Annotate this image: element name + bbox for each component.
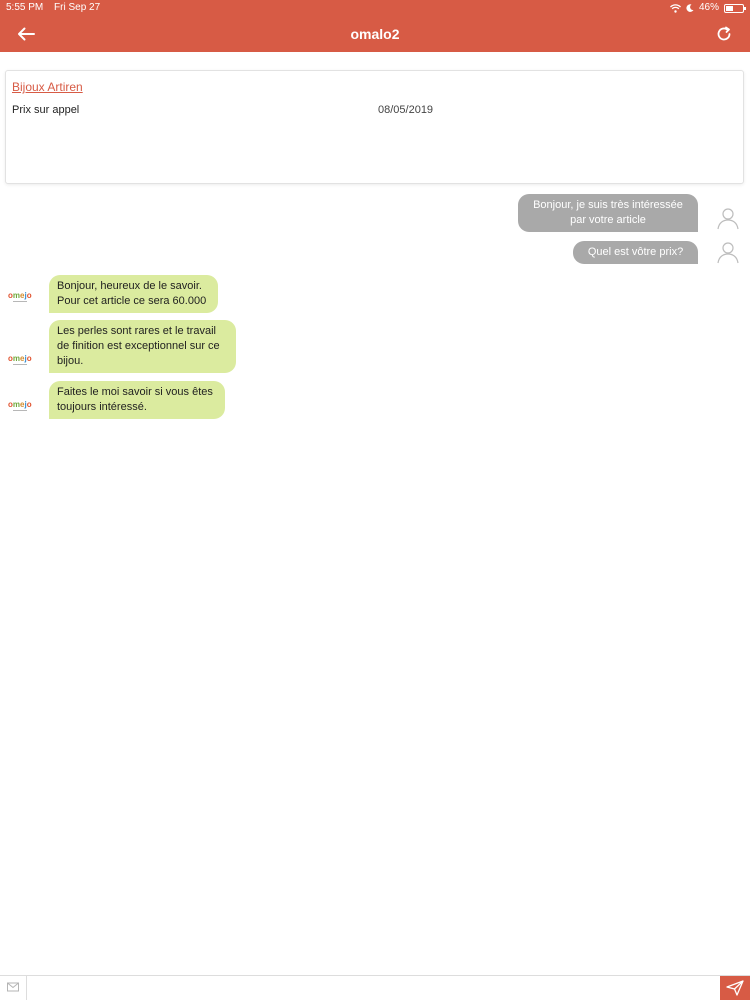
message-line: bijou. [57, 355, 84, 367]
product-card: Bijoux Artiren Prix sur appel 08/05/2019 [5, 70, 744, 184]
product-price: Prix sur appel [12, 104, 80, 116]
header: 5:55 PM Fri Sep 27 46% omalo2 [0, 0, 750, 52]
omejo-logo: omejo [8, 291, 32, 302]
mail-icon [7, 982, 19, 992]
status-right: 46% [670, 0, 746, 16]
omejo-logo: omejo [8, 400, 32, 411]
status-bar: 5:55 PM Fri Sep 27 46% [0, 0, 750, 16]
refresh-icon [717, 26, 731, 41]
message-line: Faites le moi savoir si vous êtes [57, 386, 213, 398]
status-left: 5:55 PM Fri Sep 27 [6, 0, 108, 16]
message-line: Bonjour, heureux de le savoir. [57, 280, 202, 292]
battery-fill [726, 5, 734, 11]
user-avatar-icon [717, 208, 739, 230]
send-button[interactable] [720, 976, 750, 1000]
wifi-icon [670, 3, 681, 13]
send-icon [726, 980, 744, 996]
message-line: Bonjour, je suis très intéressée [533, 199, 683, 211]
message-bubble-incoming: Les perles sont rares et le travail de f… [49, 320, 236, 373]
status-date: Fri Sep 27 [54, 2, 101, 13]
omejo-logo: omejo [8, 354, 32, 365]
moon-icon [686, 4, 694, 12]
product-link[interactable]: Bijoux Artiren [12, 80, 83, 94]
user-avatar-icon [717, 242, 739, 264]
message-line: Quel est vôtre prix? [587, 246, 684, 258]
battery-icon [724, 3, 746, 13]
nav-bar: omalo2 [0, 16, 750, 52]
message-bubble-incoming: Faites le moi savoir si vous êtes toujou… [49, 381, 225, 419]
battery-percent: 46% [698, 2, 719, 13]
message-input[interactable] [26, 976, 718, 1000]
message-bubble-outgoing: Bonjour, je suis très intéressée par vot… [518, 194, 698, 232]
message-line: par votre article [570, 214, 646, 226]
message-line: de finition est exceptionnel sur ce [57, 340, 220, 352]
message-line: toujours intéressé. [57, 401, 147, 413]
message-line: Les perles sont rares et le travail [57, 325, 216, 337]
page-title: omalo2 [350, 26, 400, 42]
refresh-button[interactable] [710, 20, 738, 48]
message-bubble-outgoing: Quel est vôtre prix? [573, 241, 698, 264]
message-line: Pour cet article ce sera 60.000 [57, 295, 207, 307]
status-time: 5:55 PM [6, 2, 44, 13]
chat-screen: 5:55 PM Fri Sep 27 46% omalo2 Bijoux Art… [0, 0, 750, 1000]
message-bubble-incoming: Bonjour, heureux de le savoir. Pour cet … [49, 275, 218, 313]
product-date: 08/05/2019 [378, 104, 434, 116]
message-composer [0, 975, 750, 1000]
